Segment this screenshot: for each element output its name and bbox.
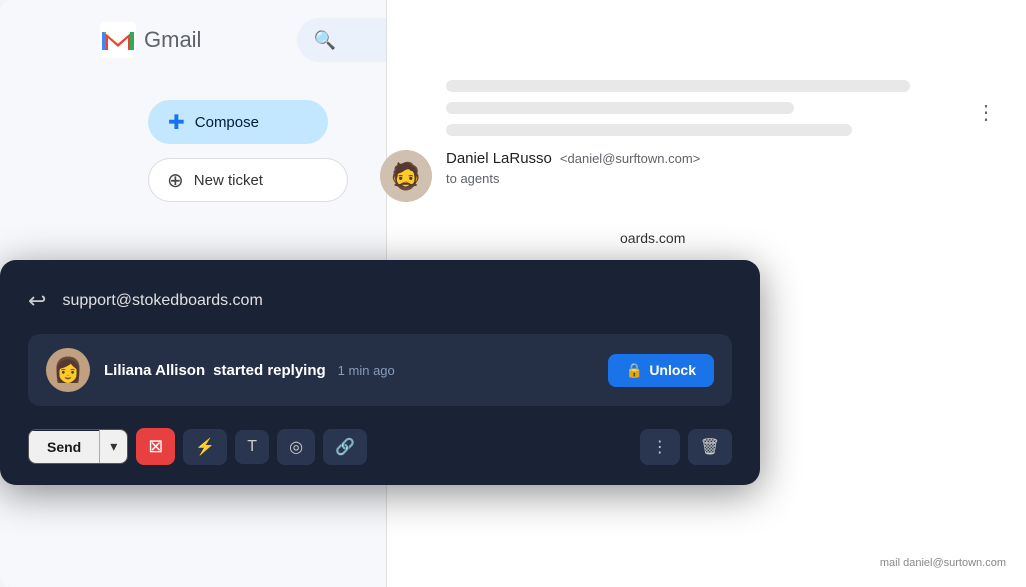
send-button-group[interactable]: Send ▾	[28, 429, 128, 464]
notification-content: Liliana Allison started replying 1 min a…	[104, 362, 594, 379]
link-circle-icon: ◎	[289, 437, 303, 457]
skeleton-row-2	[446, 102, 794, 114]
gmail-m-icon	[100, 22, 136, 58]
lightning-bolt-button[interactable]: ⚡	[183, 429, 227, 465]
new-ticket-label: New ticket	[194, 172, 263, 189]
trash-icon: 🗑	[700, 437, 720, 457]
more-options-button[interactable]: ⋮	[640, 429, 680, 465]
skeleton-row-1	[446, 80, 910, 92]
gmail-logo: Gmail	[100, 22, 201, 58]
hyperlink-button[interactable]: 🔗	[323, 429, 367, 465]
hyperlink-icon: 🔗	[335, 437, 355, 457]
new-ticket-icon: ⊕	[167, 168, 184, 193]
email-domain-snippet: oards.com	[620, 230, 685, 246]
unlock-button[interactable]: 🔒 Unlock	[608, 354, 714, 387]
email-options-icon[interactable]: ⋮	[976, 100, 996, 125]
gmail-title-text: Gmail	[144, 27, 201, 53]
search-icon: 🔍	[313, 30, 335, 51]
sender-name: Daniel LaRusso	[446, 150, 552, 167]
card-email-address: support@stokedboards.com	[62, 292, 262, 310]
sender-email: <daniel@surftown.com>	[560, 151, 700, 166]
kustomer-icon-button[interactable]: ⊠	[136, 428, 175, 465]
email-to-label: to agents	[446, 171, 700, 186]
new-ticket-button[interactable]: ⊕ New ticket	[148, 158, 348, 202]
agent-name: Liliana Allison	[104, 362, 205, 379]
email-sender-row: 🧔 Daniel LaRusso <daniel@surftown.com> t…	[380, 150, 700, 202]
liliana-avatar-emoji: 👩	[53, 356, 83, 385]
chevron-down-icon: ▾	[110, 438, 117, 454]
card-header: ↩ support@stokedboards.com	[28, 288, 732, 314]
liliana-avatar: 👩	[46, 348, 90, 392]
send-chevron-button[interactable]: ▾	[99, 430, 127, 463]
send-button[interactable]: Send	[29, 431, 99, 463]
daniel-avatar-emoji: 🧔	[390, 161, 422, 192]
notification-time: 1 min ago	[338, 363, 395, 378]
back-arrow-icon[interactable]: ↩	[28, 288, 46, 314]
lock-icon: 🔒	[626, 362, 643, 379]
dark-card-overlay: ↩ support@stokedboards.com 👩 Liliana All…	[0, 260, 760, 485]
notification-row: 👩 Liliana Allison started replying 1 min…	[28, 334, 732, 406]
card-toolbar: Send ▾ ⊠ ⚡ T ◎ 🔗 ⋮ 🗑	[28, 428, 732, 465]
lightning-icon: ⚡	[195, 437, 215, 457]
link-format-button[interactable]: ◎	[277, 429, 315, 465]
daniel-avatar: 🧔	[380, 150, 432, 202]
compose-button[interactable]: ✚ Compose	[148, 100, 328, 144]
more-options-icon: ⋮	[652, 437, 668, 457]
unlock-label: Unlock	[649, 362, 696, 378]
notification-action: started replying	[213, 362, 326, 379]
trash-button[interactable]: 🗑	[688, 429, 732, 465]
text-format-button[interactable]: T	[235, 430, 269, 464]
skeleton-row-3	[446, 124, 852, 136]
compose-icon: ✚	[168, 110, 185, 135]
toolbar-right-actions: ⋮ 🗑	[640, 429, 732, 465]
email-meta: Daniel LaRusso <daniel@surftown.com> to …	[446, 150, 700, 186]
text-icon: T	[247, 438, 257, 456]
kustomer-icon: ⊠	[148, 436, 163, 457]
compose-label: Compose	[195, 114, 259, 131]
skeleton-rows	[426, 80, 1006, 146]
email-footer: mail daniel@surtown.com	[880, 557, 1006, 569]
